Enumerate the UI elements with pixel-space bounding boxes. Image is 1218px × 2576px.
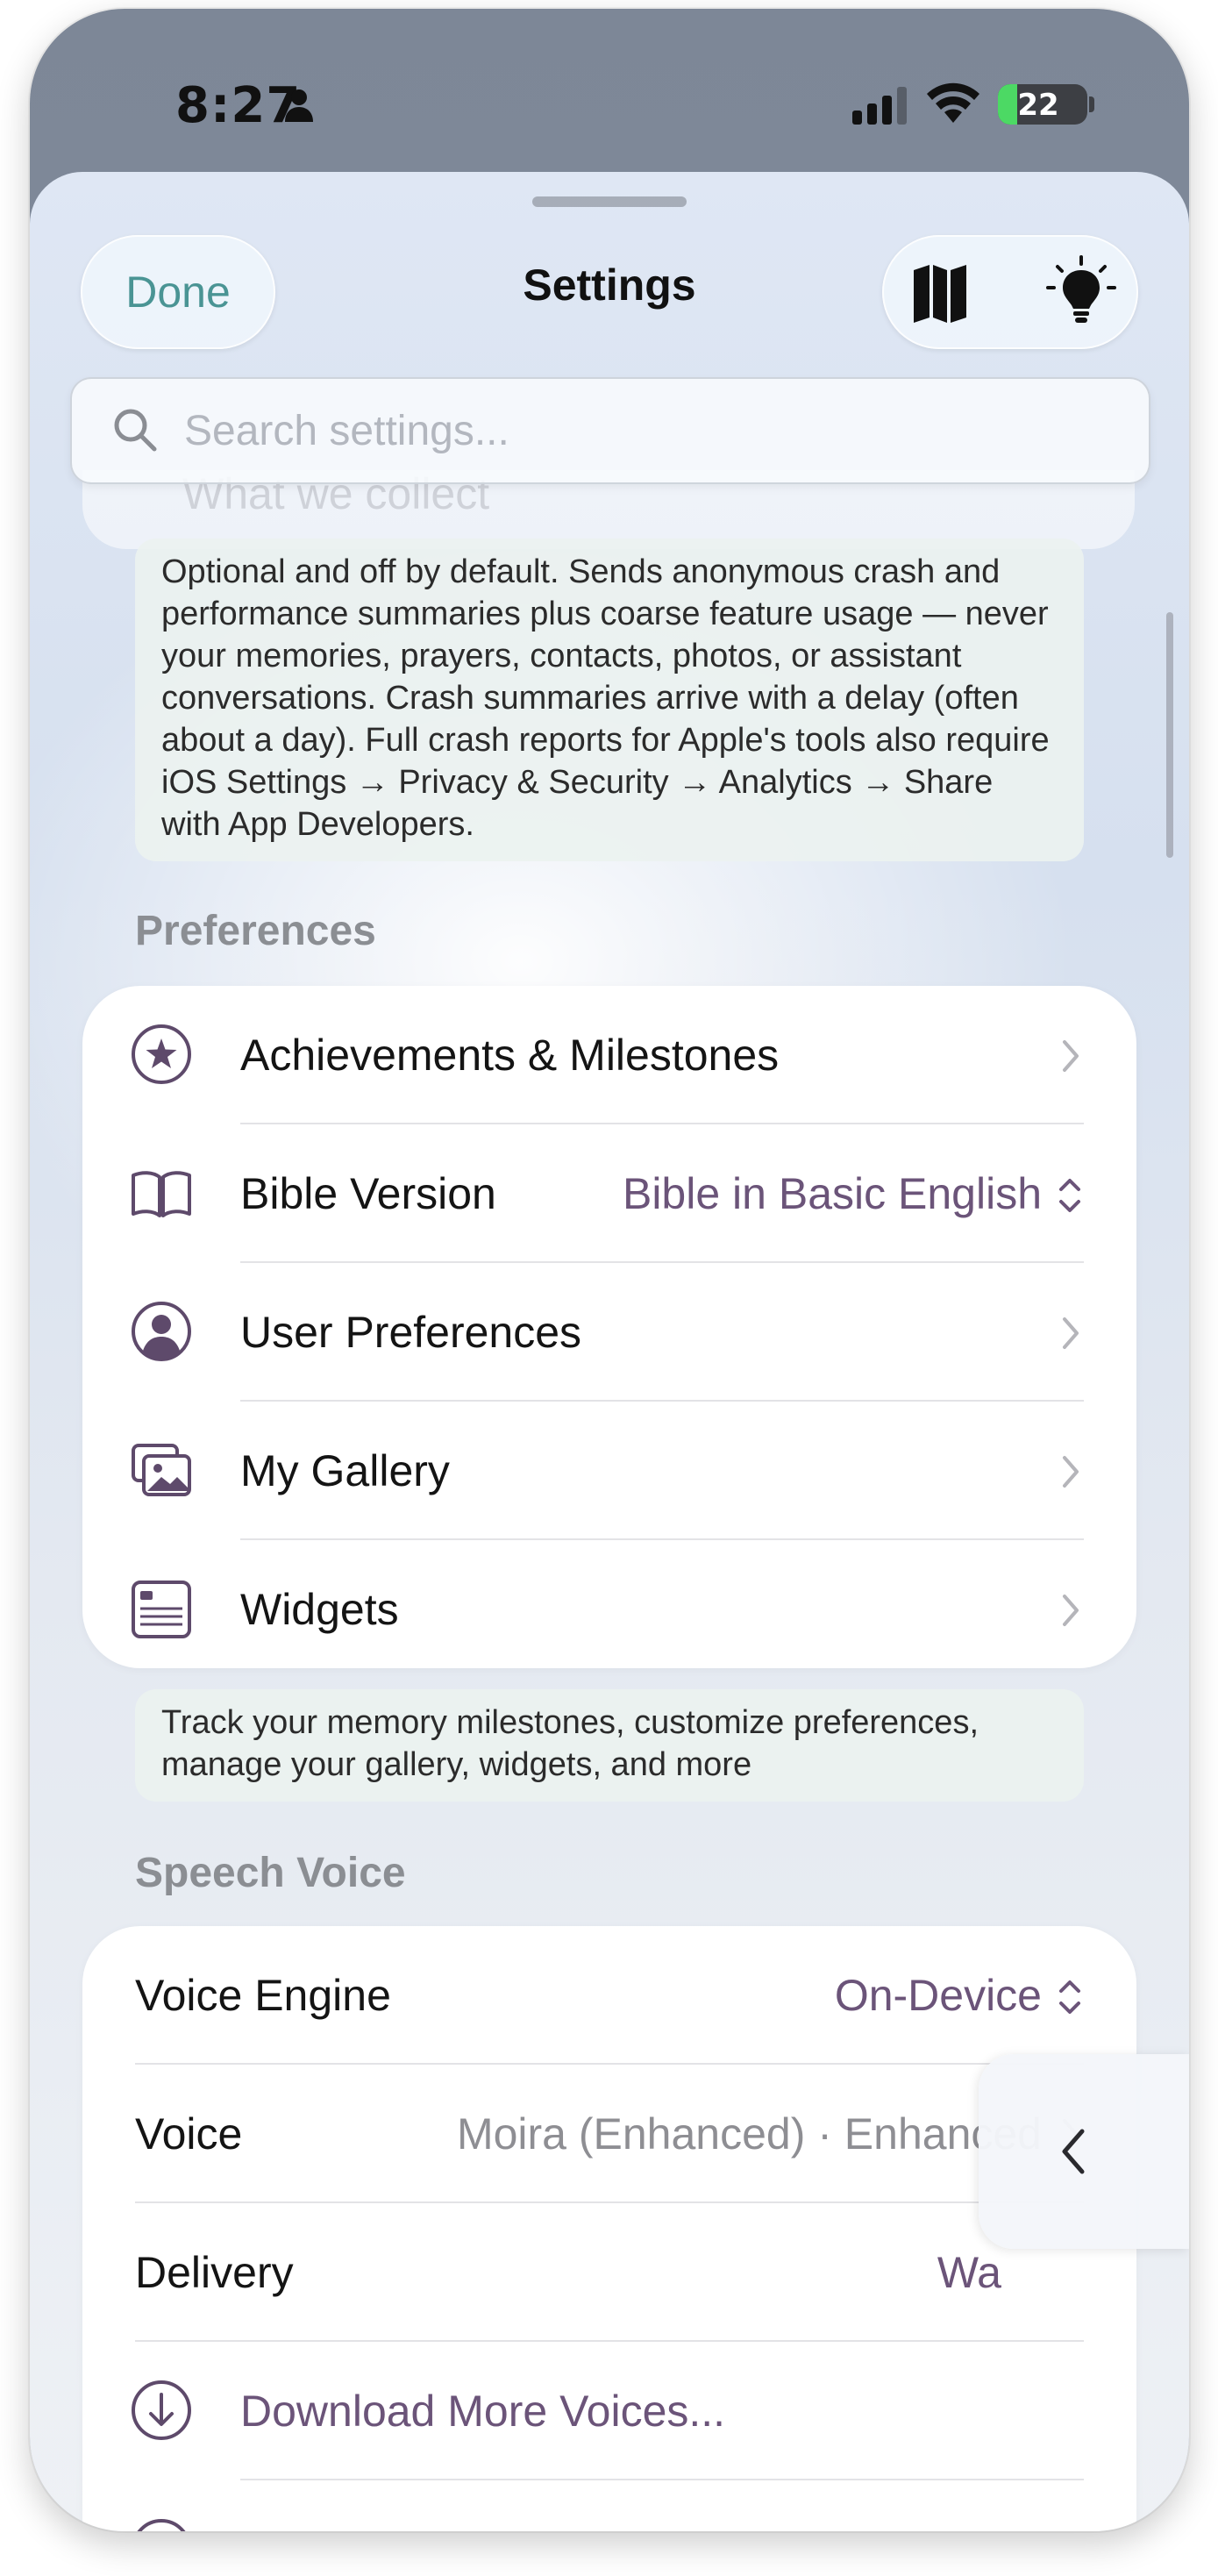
search-icon [114,409,157,452]
chevron-right-icon [1063,1456,1079,1488]
wifi-icon [927,82,979,123]
voice-value: Moira (Enhanced) · Enhanced [456,2109,1042,2159]
person-icon [285,89,313,122]
row-widgets[interactable]: Widgets [82,1540,1136,1677]
battery-cap [1089,96,1094,112]
row-bible-version[interactable]: Bible Version Bible in Basic English [82,1124,1136,1261]
battery-percent: 22 [1017,88,1059,123]
section-header-preferences: Preferences [135,908,376,954]
map-icon[interactable] [901,254,977,330]
delivery-value: Wa [937,2248,1001,2297]
row-achievements[interactable]: Achievements & Milestones [82,986,1136,1123]
chevron-left-icon [1062,2129,1085,2174]
row-achievements-label: Achievements & Milestones [240,1031,780,1080]
widget-icon [132,1581,191,1638]
chevron-right-icon [1063,1040,1079,1072]
row-delivery-label: Delivery [135,2248,294,2297]
done-button[interactable]: Done [81,235,275,349]
lightbulb-icon[interactable] [1043,254,1119,330]
row-user-preferences[interactable]: User Preferences [82,1263,1136,1400]
row-preview-voice-label: Preview Voice [240,2524,516,2531]
row-my-gallery-label: My Gallery [240,1446,450,1495]
cellular-signal-icon [852,87,907,125]
row-bible-version-label: Bible Version [240,1169,496,1218]
row-download-more-voices[interactable]: Download More Voices... [82,2342,1136,2479]
collapse-tab-button[interactable] [979,2054,1189,2249]
row-delivery[interactable]: Delivery Wa [82,2203,1136,2340]
scrollbar[interactable] [1166,612,1173,858]
page-title: Settings [523,260,696,310]
person-circle-icon [132,1302,191,1361]
chevron-right-icon [1063,1317,1079,1349]
row-download-more-voices-label: Download More Voices... [240,2387,726,2436]
voice-engine-value: On-Device [834,1971,1042,2020]
speech-voice-card: Voice Engine On-Device Voice Moira (Enha… [82,1926,1136,2531]
preferences-card: Achievements & Milestones Bible Version … [82,986,1136,1668]
bible-version-value: Bible in Basic English [622,1169,1042,1218]
battery-charging-icon: 22 [998,84,1087,125]
play-circle-icon [137,2519,186,2531]
row-voice-engine-label: Voice Engine [135,1971,391,2020]
chevron-up-down-icon [1059,1980,1080,2014]
row-voice-engine[interactable]: Voice Engine On-Device [82,1926,1136,2063]
photos-icon [132,1444,191,1496]
privacy-footer-note: Optional and off by default. Sends anony… [135,539,1084,861]
row-my-gallery[interactable]: My Gallery [82,1402,1136,1538]
row-user-preferences-label: User Preferences [240,1308,582,1357]
sheet-grabber[interactable] [532,196,687,207]
star-circle-icon [132,1024,191,1084]
nav-actions [882,235,1138,349]
phone-frame: 8:27 22 Done Settings What we collect Se… [30,9,1189,2531]
chevron-right-icon [1063,1595,1079,1626]
chevron-up-down-icon [1059,1179,1080,1212]
section-header-speech-voice: Speech Voice [135,1850,406,1896]
row-preview-voice[interactable]: Preview Voice [82,2480,1136,2531]
book-icon [132,1171,191,1217]
row-voice-label: Voice [135,2109,243,2159]
search-bar[interactable] [70,377,1150,484]
download-circle-icon [132,2380,191,2440]
preferences-footer-note: Track your memory milestones, customize … [135,1689,1084,1802]
status-bar: 8:27 22 [30,9,1189,184]
row-widgets-label: Widgets [240,1585,399,1634]
search-input[interactable] [182,402,1107,460]
